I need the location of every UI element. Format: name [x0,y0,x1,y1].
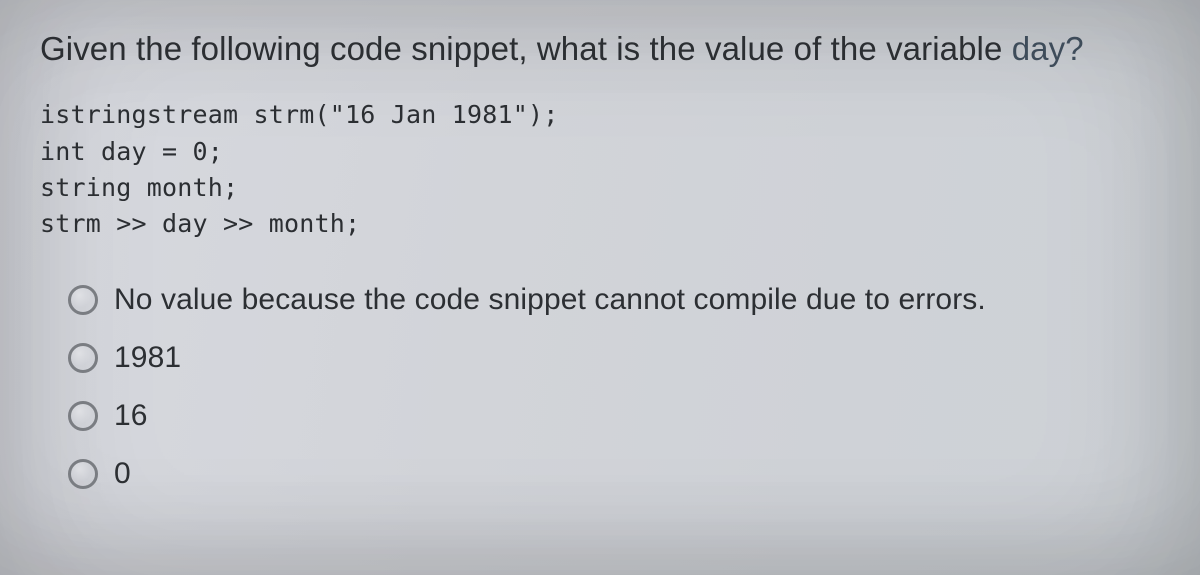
radio-icon[interactable] [68,401,98,431]
option-row[interactable]: 16 [68,398,1160,434]
option-row[interactable]: 0 [68,456,1160,492]
radio-icon[interactable] [68,343,98,373]
question-text: Given the following code snippet, what i… [40,28,1160,69]
answer-options: No value because the code snippet cannot… [40,282,1160,492]
code-snippet: istringstream strm("16 Jan 1981"); int d… [40,97,1160,242]
question-variable: day? [1012,30,1084,67]
option-row[interactable]: No value because the code snippet cannot… [68,282,1160,318]
radio-icon[interactable] [68,459,98,489]
radio-icon[interactable] [68,285,98,315]
question-prefix: Given the following code snippet, what i… [40,30,1012,67]
option-label: 1981 [114,340,181,376]
option-label: 16 [114,398,148,434]
option-label: 0 [114,456,131,492]
option-row[interactable]: 1981 [68,340,1160,376]
option-label: No value because the code snippet cannot… [114,282,986,318]
